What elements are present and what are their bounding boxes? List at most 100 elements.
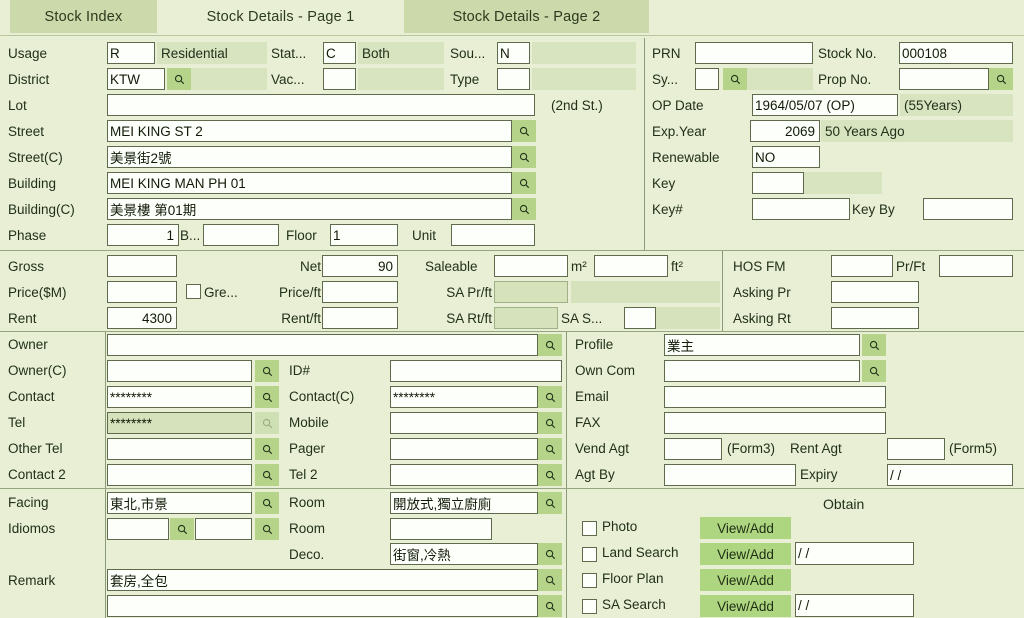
street-input[interactable]: MEI KING ST 2 — [107, 120, 512, 142]
remark-input-2[interactable] — [107, 595, 538, 617]
tel2-lookup-button[interactable] — [538, 464, 562, 486]
unit-input[interactable] — [451, 224, 535, 246]
id-number-input[interactable] — [390, 360, 562, 382]
tab-stock-details-page-2[interactable]: Stock Details - Page 2 — [404, 0, 649, 33]
agent-by-input[interactable] — [664, 464, 796, 486]
own-company-lookup-button[interactable] — [862, 360, 886, 382]
room-input[interactable]: 開放式,獨立廚廁 — [390, 492, 538, 514]
gross-input[interactable] — [107, 255, 177, 277]
mobile-lookup-button[interactable] — [538, 412, 562, 434]
idiomos-lookup-button-1[interactable] — [170, 518, 194, 540]
building-chinese-lookup-button[interactable] — [512, 198, 536, 220]
expiry-input[interactable]: / / — [887, 464, 1013, 486]
email-input[interactable] — [664, 386, 886, 408]
remark-input[interactable]: 套房,全包 — [107, 569, 538, 591]
floor-plan-checkbox[interactable] — [582, 573, 597, 588]
usage-code-input[interactable]: R — [107, 42, 155, 64]
vacant-code-input[interactable] — [323, 68, 356, 90]
rent-agent-input[interactable] — [887, 438, 945, 460]
key-number-input[interactable] — [752, 198, 850, 220]
other-tel-input[interactable] — [107, 438, 252, 460]
prop-no-lookup-button[interactable] — [989, 68, 1013, 90]
source-code-input[interactable]: N — [497, 42, 530, 64]
building-chinese-input[interactable]: 美景樓 第01期 — [107, 198, 512, 220]
contact2-lookup-button[interactable] — [255, 464, 279, 486]
exp-year-input[interactable]: 2069 — [750, 120, 820, 142]
key-by-input[interactable] — [923, 198, 1013, 220]
key-input[interactable] — [752, 172, 804, 194]
owner-chinese-lookup-button[interactable] — [255, 360, 279, 382]
contact-lookup-button[interactable] — [255, 386, 279, 408]
district-lookup-button[interactable] — [167, 68, 191, 90]
pager-input[interactable] — [390, 438, 538, 460]
building-input[interactable]: MEI KING MAN PH 01 — [107, 172, 512, 194]
remark2-lookup-button[interactable] — [538, 595, 562, 617]
photo-checkbox[interactable] — [582, 521, 597, 536]
idiomos-input-2[interactable] — [195, 518, 252, 540]
floor-input[interactable]: 1 — [330, 224, 398, 246]
renewable-input[interactable]: NO — [752, 146, 820, 168]
street-lookup-button[interactable] — [512, 120, 536, 142]
hos-fm-input[interactable] — [831, 255, 893, 277]
prop-no-input[interactable] — [899, 68, 989, 90]
price-input[interactable] — [107, 281, 177, 303]
street-chinese-lookup-button[interactable] — [512, 146, 536, 168]
owner-lookup-button[interactable] — [538, 334, 562, 356]
contact-chinese-lookup-button[interactable] — [538, 386, 562, 408]
other-tel-lookup-button[interactable] — [255, 438, 279, 460]
idiomos-input-1[interactable] — [107, 518, 169, 540]
sa-search-date-input[interactable]: / / — [795, 594, 914, 617]
system-lookup-button[interactable] — [723, 68, 747, 90]
room-lookup-button[interactable] — [538, 492, 562, 514]
green-form-checkbox[interactable] — [186, 284, 201, 299]
profile-lookup-button[interactable] — [862, 334, 886, 356]
tel2-input[interactable] — [390, 464, 538, 486]
contact2-input[interactable] — [107, 464, 252, 486]
building-lookup-button[interactable] — [512, 172, 536, 194]
vendor-agent-input[interactable] — [664, 438, 722, 460]
sa-search-checkbox[interactable] — [582, 599, 597, 614]
asking-rent-input[interactable] — [831, 307, 919, 329]
floor-plan-view-add-button[interactable]: View/Add — [700, 569, 791, 591]
saleable-m2-input[interactable] — [494, 255, 568, 277]
tab-stock-details-page-1[interactable]: Stock Details - Page 1 — [157, 0, 404, 33]
fax-input[interactable] — [664, 412, 886, 434]
price-per-ft-input[interactable] — [322, 281, 398, 303]
remark-lookup-button[interactable] — [538, 569, 562, 591]
op-date-input[interactable]: 1964/05/07 (OP) — [752, 94, 898, 116]
land-search-date-input[interactable]: / / — [795, 542, 914, 565]
contact-chinese-input[interactable]: ******** — [390, 386, 538, 408]
district-code-input[interactable]: KTW — [107, 68, 165, 90]
facing-lookup-button[interactable] — [255, 492, 279, 514]
stock-no-input[interactable]: 000108 — [899, 42, 1013, 64]
room2-input[interactable] — [390, 518, 492, 540]
pr-ft-input[interactable] — [939, 255, 1013, 277]
street-chinese-input[interactable]: 美景街2號 — [107, 146, 512, 168]
land-search-view-add-button[interactable]: View/Add — [700, 543, 791, 565]
own-company-input[interactable] — [664, 360, 860, 382]
lot-input[interactable] — [107, 94, 535, 116]
profile-input[interactable]: 業主 — [664, 334, 860, 356]
land-search-checkbox[interactable] — [582, 547, 597, 562]
photo-view-add-button[interactable]: View/Add — [700, 517, 791, 539]
block-input[interactable] — [203, 224, 279, 246]
facing-input[interactable]: 東北,市景 — [107, 492, 252, 514]
net-input[interactable]: 90 — [322, 255, 398, 277]
contact-input[interactable]: ******** — [107, 386, 252, 408]
deco-lookup-button[interactable] — [538, 543, 562, 565]
status-code-input[interactable]: C — [323, 42, 356, 64]
sa-search-view-add-button[interactable]: View/Add — [700, 595, 791, 617]
pager-lookup-button[interactable] — [538, 438, 562, 460]
type-code-input[interactable] — [497, 68, 530, 90]
owner-chinese-input[interactable] — [107, 360, 252, 382]
owner-input[interactable] — [107, 334, 538, 356]
system-input[interactable] — [695, 68, 719, 90]
sa-source-input[interactable] — [624, 307, 656, 329]
saleable-ft2-input[interactable] — [594, 255, 668, 277]
idiomos-lookup-button-2[interactable] — [255, 518, 279, 540]
phase-input[interactable]: 1 — [107, 224, 179, 246]
rent-per-ft-input[interactable] — [322, 307, 398, 329]
asking-price-input[interactable] — [831, 281, 919, 303]
mobile-input[interactable] — [390, 412, 538, 434]
rent-input[interactable]: 4300 — [107, 307, 177, 329]
